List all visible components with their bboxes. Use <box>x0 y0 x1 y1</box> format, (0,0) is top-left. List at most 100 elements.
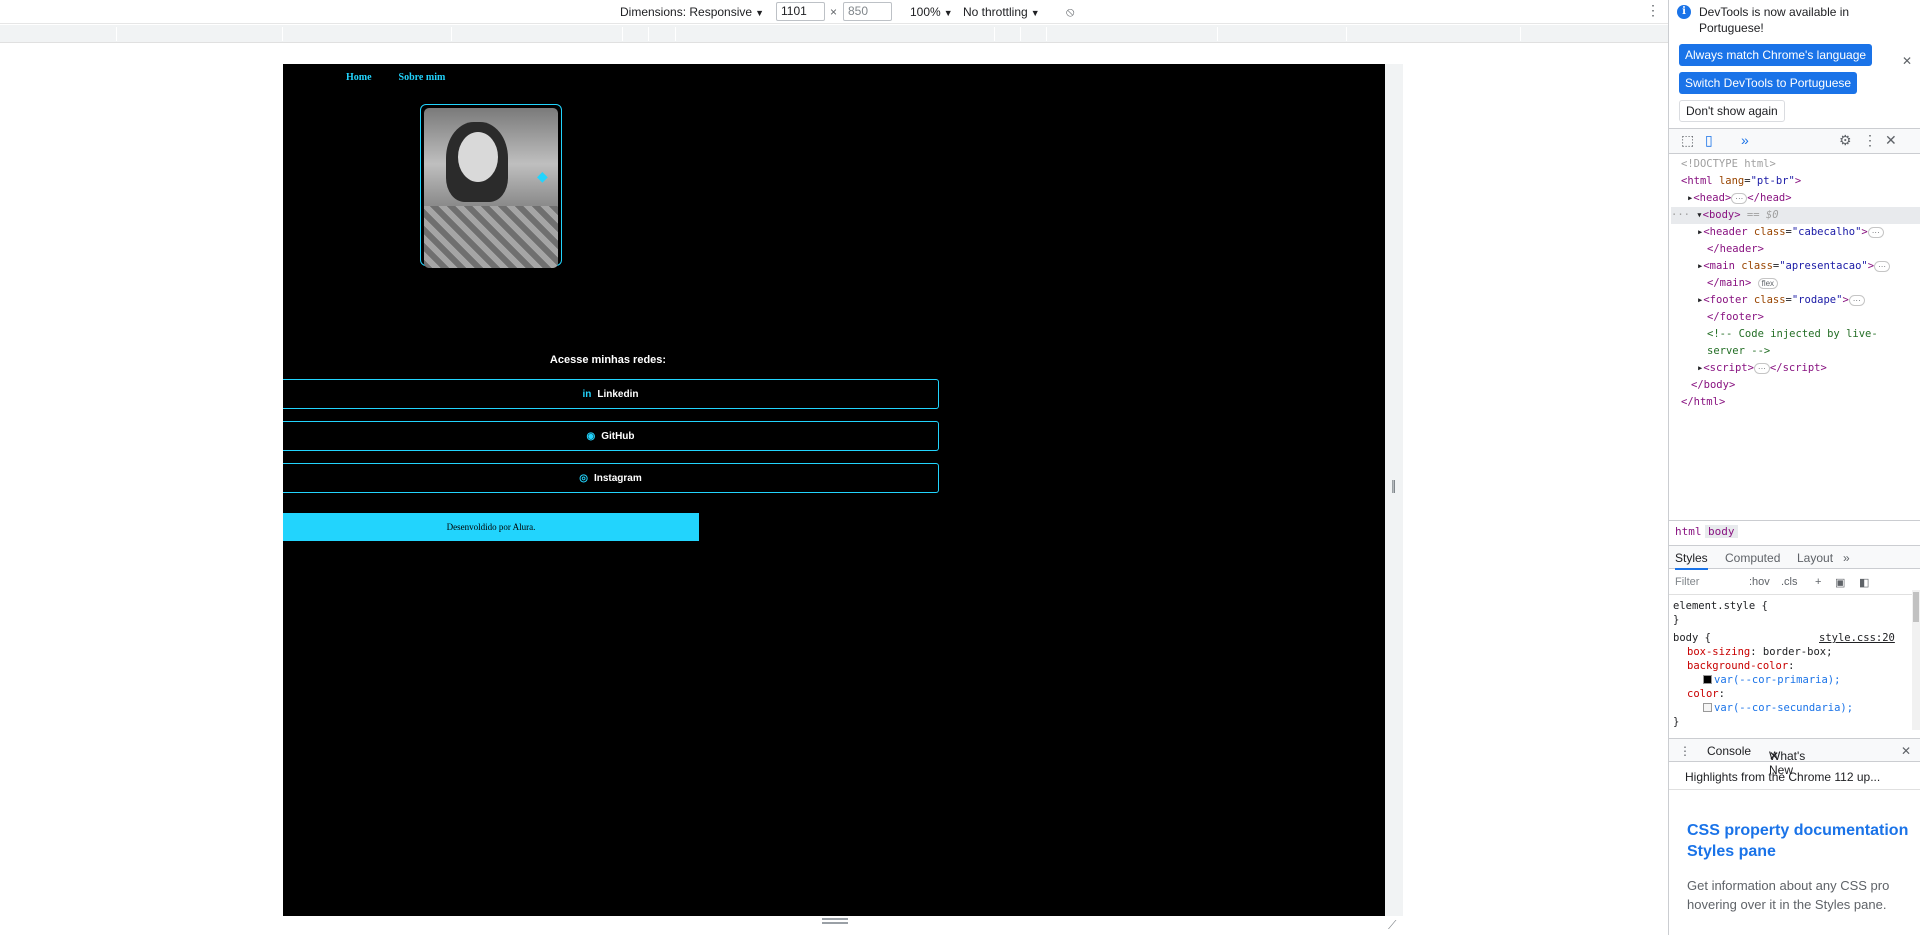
head-node[interactable]: ▸<head> ··· </head> <box>1687 190 1792 207</box>
resize-handle-bottom[interactable] <box>822 918 848 924</box>
throttling-dropdown[interactable]: No throttling ▼ <box>963 4 1040 21</box>
css-prop-background-color[interactable]: background-color: <box>1687 659 1794 673</box>
ellipsis-badge[interactable]: ··· <box>1848 295 1865 306</box>
comment-node[interactable]: <!-- Code injected by live- <box>1707 326 1878 343</box>
dont-show-again-button[interactable]: Don't show again <box>1679 100 1785 122</box>
more-tabs-icon[interactable]: » <box>1741 132 1749 148</box>
zoom-dropdown[interactable]: 100% ▼ <box>910 4 953 21</box>
body-selector[interactable]: body { <box>1673 631 1711 645</box>
infobar-text: DevTools is now available in Portuguese! <box>1699 5 1850 35</box>
close-icon[interactable]: ✕ <box>1769 749 1779 763</box>
ruler-tick[interactable] <box>1046 27 1047 41</box>
flex-badge[interactable]: flex <box>1757 278 1779 289</box>
color-swatch[interactable] <box>1703 675 1712 684</box>
resize-handle-corner[interactable]: ⟋ <box>1388 918 1396 933</box>
css-prop-color[interactable]: color: <box>1687 687 1725 701</box>
color-swatch[interactable] <box>1703 703 1712 712</box>
whats-new-title-line2: Styles pane <box>1687 843 1776 860</box>
github-link[interactable]: ◉ GitHub <box>283 421 939 451</box>
ruler-tick[interactable] <box>282 27 283 41</box>
main-node[interactable]: ▸<main class="apresentacao"> ··· <box>1697 258 1891 275</box>
body-node[interactable]: ··· ▾<body> == $0 <box>1671 207 1920 224</box>
resize-handle-side[interactable]: || <box>1391 477 1396 493</box>
nav-link-home[interactable]: Home <box>346 72 372 83</box>
close-drawer-icon[interactable]: ✕ <box>1901 744 1911 758</box>
height-input[interactable]: 850 <box>843 2 892 21</box>
css-prop-box-sizing[interactable]: box-sizing: border-box; <box>1687 645 1832 659</box>
stylesheet-link[interactable]: style.css:20 <box>1819 631 1895 645</box>
header-close: </header> <box>1707 243 1764 255</box>
chevron-down-icon: ▼ <box>943 8 953 18</box>
hov-toggle[interactable]: :hov <box>1749 576 1770 588</box>
ruler-tick[interactable] <box>622 27 623 41</box>
tab-layout[interactable]: Layout <box>1797 551 1833 565</box>
width-input[interactable]: 1101 <box>776 2 825 21</box>
rule-close: } <box>1673 614 1680 626</box>
ellipsis-badge[interactable]: ··· <box>1874 261 1891 272</box>
ellipsis-badge[interactable]: ··· <box>1753 363 1770 374</box>
nav-link-sobre-mim[interactable]: Sobre mim <box>399 72 446 83</box>
ruler-tick[interactable] <box>116 27 117 41</box>
drawer-menu-icon[interactable]: ⋮ <box>1679 744 1691 758</box>
paint-icon[interactable]: ▣ <box>1835 576 1845 589</box>
gear-icon[interactable]: ⚙ <box>1839 132 1852 149</box>
html-tag: html <box>1687 175 1713 187</box>
add-rule-icon[interactable]: + <box>1815 576 1821 588</box>
instagram-label: Instagram <box>593 472 642 484</box>
footer-node[interactable]: ▸<footer class="rodape"> ··· <box>1697 292 1865 309</box>
filter-input[interactable]: Filter <box>1675 576 1699 588</box>
tab-console[interactable]: Console <box>1707 744 1751 758</box>
close-devtools-icon[interactable]: ✕ <box>1885 132 1897 149</box>
ruler-tick[interactable] <box>675 27 676 41</box>
linkedin-link[interactable]: in Linkedin <box>283 379 939 409</box>
device-toggle-icon[interactable]: ▯ <box>1705 132 1713 149</box>
main-close: </main> flex <box>1707 275 1779 292</box>
header-node[interactable]: ▸<header class="cabecalho"> ··· <box>1697 224 1884 241</box>
ruler-tick[interactable] <box>1520 27 1521 41</box>
styles-scrollbar[interactable] <box>1912 590 1920 730</box>
ellipsis-badge[interactable]: ··· <box>1867 227 1884 238</box>
cls-toggle[interactable]: .cls <box>1781 576 1798 588</box>
footer-close-tag: footer <box>1719 311 1758 323</box>
drawer-tabbar: ⋮ Console What's New ✕ ✕ <box>1669 738 1920 777</box>
inspect-icon[interactable]: ⬚ <box>1681 132 1694 149</box>
main-tag: main <box>1709 260 1735 272</box>
class-attr: class <box>1753 294 1786 306</box>
rotate-icon[interactable]: ⦸ <box>1066 4 1074 20</box>
ruler-tick[interactable] <box>1217 27 1218 41</box>
whats-new-title[interactable]: CSS property documentation Styles pane <box>1687 820 1917 862</box>
breadcrumb-html[interactable]: html <box>1675 525 1702 538</box>
close-icon[interactable]: ✕ <box>1902 54 1912 68</box>
ruler-tick[interactable] <box>994 27 995 41</box>
match-language-button[interactable]: Always match Chrome's language <box>1679 44 1873 66</box>
info-icon: i <box>1677 5 1691 19</box>
whats-new-body: Get information about any CSS pro hoveri… <box>1687 876 1917 914</box>
tab-computed[interactable]: Computed <box>1725 551 1780 565</box>
tab-styles[interactable]: Styles <box>1675 551 1708 570</box>
more-tabs-icon[interactable]: » <box>1843 551 1850 565</box>
scrollbar-thumb[interactable] <box>1913 592 1919 622</box>
script-node[interactable]: ▸<script> ··· </script> <box>1697 360 1827 377</box>
whats-new-header: Highlights from the Chrome 112 up... <box>1669 764 1920 790</box>
styles-tabbar: Styles Computed Layout » <box>1669 545 1920 570</box>
sidebar-toggle-icon[interactable]: ◧ <box>1859 576 1869 589</box>
ruler-tick[interactable] <box>1346 27 1347 41</box>
switch-language-button[interactable]: Switch DevTools to Portuguese <box>1679 72 1858 94</box>
more-options-icon[interactable]: ⋮ <box>1646 2 1660 19</box>
breadcrumb-body[interactable]: body <box>1705 525 1738 538</box>
instagram-icon: ◎ <box>579 472 588 484</box>
linkedin-label: Linkedin <box>597 388 639 400</box>
kebab-icon[interactable]: ⋮ <box>1863 132 1877 149</box>
dimensions-dropdown[interactable]: Dimensions: Responsive ▼ <box>620 4 764 21</box>
ellipsis-badge[interactable]: ··· <box>1731 193 1748 204</box>
ruler-tick[interactable] <box>451 27 452 41</box>
prop-name: box-sizing <box>1687 646 1751 658</box>
ruler-tick[interactable] <box>648 27 649 41</box>
html-node[interactable]: <html lang="pt-br"> <box>1681 173 1801 190</box>
ruler-tick[interactable] <box>1020 27 1021 41</box>
instagram-link[interactable]: ◎ Instagram <box>283 463 939 493</box>
lang-attr: lang <box>1718 175 1745 187</box>
element-style-selector[interactable]: element.style { <box>1673 599 1768 613</box>
doctype-node[interactable]: <!DOCTYPE html> <box>1681 156 1776 173</box>
css-value-background: var(--cor-primaria); <box>1703 673 1840 687</box>
